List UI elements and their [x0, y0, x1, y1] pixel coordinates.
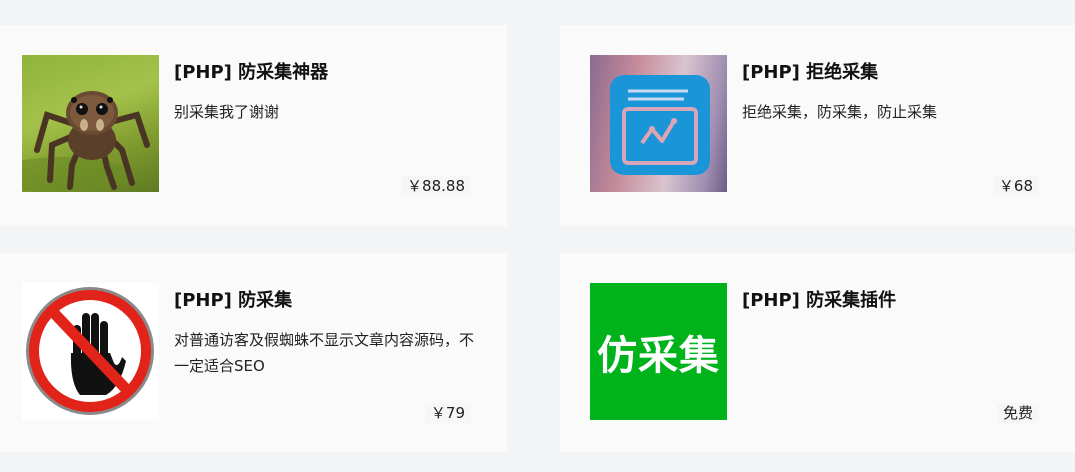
product-card[interactable]: [PHP] 拒绝采集 拒绝采集，防采集，防止采集 ￥68 [560, 25, 1075, 226]
product-price: ￥88.88 [401, 176, 471, 196]
product-description: 别采集我了谢谢 [174, 103, 280, 121]
green-text-logo: 仿采集 [590, 283, 727, 420]
product-price: ￥68 [992, 176, 1039, 196]
product-thumbnail[interactable] [22, 55, 159, 192]
product-card[interactable]: [PHP] 防采集神器 别采集我了谢谢 ￥88.88 [0, 25, 507, 226]
product-thumbnail[interactable] [590, 55, 727, 192]
product-title[interactable]: [PHP] 防采集插件 [742, 286, 896, 312]
product-title[interactable]: [PHP] 防采集 [174, 286, 292, 312]
product-thumbnail[interactable] [22, 283, 159, 420]
product-price: ￥79 [424, 403, 471, 423]
product-title[interactable]: [PHP] 防采集神器 [174, 58, 328, 84]
app-window-icon [610, 75, 710, 175]
product-price: 免费 [996, 403, 1039, 423]
product-title[interactable]: [PHP] 拒绝采集 [742, 58, 878, 84]
product-thumbnail[interactable]: 仿采集 [590, 283, 727, 420]
stop-hand-icon [26, 287, 154, 415]
product-description: 对普通访客及假蜘蛛不显示文章内容源码，不一定适合SEO [174, 331, 475, 375]
spider-icon [22, 91, 150, 192]
product-card[interactable]: 仿采集 [PHP] 防采集插件 免费 [560, 253, 1075, 452]
product-description: 拒绝采集，防采集，防止采集 [742, 103, 938, 121]
product-card[interactable]: [PHP] 防采集 对普通访客及假蜘蛛不显示文章内容源码，不一定适合SEO ￥7… [0, 253, 507, 452]
